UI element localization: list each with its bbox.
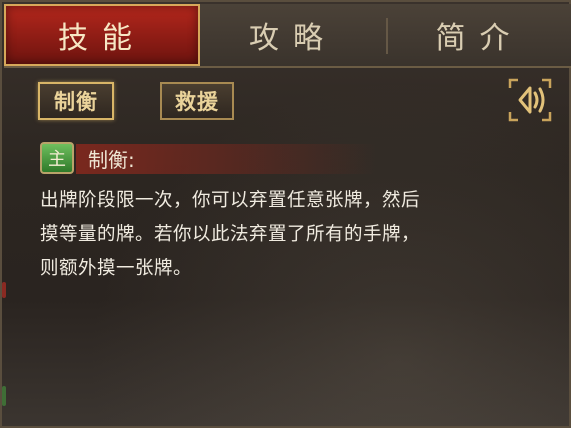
tab-intro[interactable]: 简介 — [388, 4, 571, 66]
speaker-icon — [508, 78, 552, 122]
edge-decoration — [2, 386, 6, 406]
skill-title: 制衡: — [88, 148, 135, 172]
tab-strategy[interactable]: 攻略 — [200, 4, 386, 66]
skill-button-zhiheng-label: 制衡 — [54, 89, 98, 114]
description-line: 摸等量的牌。若你以此法弃置了所有的手牌， — [40, 224, 421, 245]
audio-button[interactable] — [506, 76, 554, 124]
tab-skills-label: 技能 — [58, 21, 146, 56]
description-line: 则额外摸一张牌。 — [40, 258, 193, 279]
tab-intro-label: 简介 — [435, 21, 524, 56]
skill-button-zhiheng[interactable]: 制衡 — [38, 82, 114, 120]
lord-badge-label: 主 — [48, 149, 66, 170]
skill-button-jiuyuan[interactable]: 救援 — [160, 82, 234, 120]
tab-strategy-label: 攻略 — [249, 21, 337, 56]
skill-panel: 技能 攻略 简介 制衡 救援 主 制衡: 出牌阶段限一次，你可以弃置任意张牌，然… — [0, 0, 571, 428]
lord-badge: 主 — [40, 142, 74, 174]
skill-button-jiuyuan-label: 救援 — [175, 89, 219, 114]
description-line: 出牌阶段限一次，你可以弃置任意张牌，然后 — [40, 190, 421, 211]
edge-decoration — [2, 282, 6, 298]
tab-skills[interactable]: 技能 — [4, 4, 200, 66]
skill-description: 出牌阶段限一次，你可以弃置任意张牌，然后 摸等量的牌。若你以此法弃置了所有的手牌… — [40, 184, 560, 286]
tab-bar: 技能 攻略 简介 — [4, 4, 571, 68]
